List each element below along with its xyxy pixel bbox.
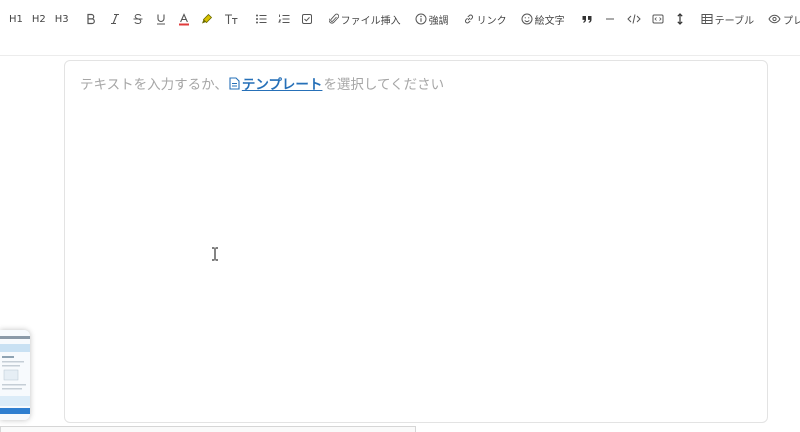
heading2-button[interactable]: H2	[29, 9, 49, 29]
italic-button[interactable]	[106, 9, 124, 29]
vertical-arrows-icon	[677, 13, 683, 25]
formatting-toolbar: H1 H2 H3 ファイル挿入 強調 リンク 絵文字 テーブル プレ	[0, 0, 800, 38]
preview-button[interactable]: プレビュー	[765, 9, 800, 29]
placeholder-before-text: テキストを入力するか、	[80, 77, 228, 93]
attach-file-button[interactable]: ファイル挿入	[326, 9, 404, 29]
bottom-panel	[0, 426, 416, 432]
toolbar-divider	[0, 55, 800, 56]
quote-icon	[582, 16, 592, 23]
text-color-button[interactable]	[175, 9, 193, 29]
highlighter-icon	[201, 13, 212, 24]
bold-button[interactable]	[82, 9, 100, 29]
editor-placeholder: テキストを入力するか、 テンプレート を選択してください	[80, 73, 444, 93]
font-size-button[interactable]	[221, 9, 242, 29]
horizontal-rule-icon	[605, 18, 614, 20]
checkbox-icon	[301, 14, 312, 24]
strikethrough-button[interactable]	[129, 9, 147, 29]
heading1-label: H1	[9, 13, 23, 25]
code-icon	[626, 14, 641, 24]
emphasis-label: 強調	[428, 15, 449, 27]
numbered-list-icon	[277, 14, 290, 23]
document-icon	[229, 76, 240, 90]
editor-textarea[interactable]: テキストを入力するか、 テンプレート を選択してください	[64, 60, 768, 423]
emoji-button[interactable]: 絵文字	[518, 9, 568, 29]
link-icon	[464, 14, 473, 24]
smiley-icon	[521, 13, 533, 25]
info-icon	[415, 13, 427, 25]
numbered-list-button[interactable]	[275, 9, 293, 29]
code-block-button[interactable]	[649, 9, 667, 29]
code-block-icon	[652, 14, 664, 24]
emoji-label: 絵文字	[534, 15, 565, 27]
table-label: テーブル	[714, 15, 755, 27]
strikethrough-icon	[133, 13, 143, 25]
link-label: リンク	[476, 15, 507, 27]
quote-button[interactable]	[578, 9, 596, 29]
checkbox-list-button[interactable]	[298, 9, 316, 29]
bullet-list-icon	[255, 14, 267, 24]
template-link-label: テンプレート	[241, 77, 323, 93]
template-link[interactable]: テンプレート	[229, 73, 323, 93]
page-thumbnail[interactable]	[0, 330, 30, 420]
placeholder-after-text: を選択してください	[323, 77, 445, 93]
heading3-button[interactable]: H3	[52, 9, 72, 29]
italic-icon	[110, 13, 119, 25]
paperclip-icon	[328, 13, 339, 24]
eye-icon	[768, 14, 781, 24]
heading1-button[interactable]: H1	[6, 9, 26, 29]
underline-button[interactable]	[152, 9, 170, 29]
line-height-button[interactable]	[672, 9, 688, 29]
table-icon	[701, 14, 713, 24]
link-button[interactable]: リンク	[460, 9, 510, 29]
text-cursor-icon	[211, 246, 219, 265]
code-button[interactable]	[624, 9, 644, 29]
preview-label: プレビュー	[783, 15, 800, 27]
text-color-icon	[178, 12, 189, 25]
heading2-label: H2	[31, 13, 46, 25]
bold-icon	[87, 13, 95, 25]
bullet-list-button[interactable]	[252, 9, 270, 29]
emphasis-button[interactable]: 強調	[412, 9, 452, 29]
font-size-icon	[224, 14, 238, 24]
underline-icon	[156, 14, 165, 25]
table-button[interactable]: テーブル	[698, 9, 757, 29]
highlighter-button[interactable]	[198, 9, 216, 29]
horizontal-rule-button[interactable]	[601, 9, 619, 29]
attach-file-label: ファイル挿入	[340, 15, 401, 27]
editor-page: H1 H2 H3 ファイル挿入 強調 リンク 絵文字 テーブル プレ テキストを…	[0, 0, 800, 432]
heading3-label: H3	[54, 13, 69, 25]
